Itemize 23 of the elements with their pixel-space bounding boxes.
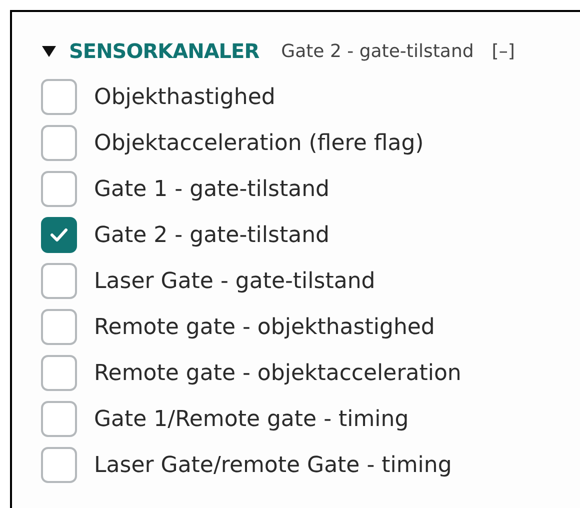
checkbox[interactable]: [41, 263, 77, 299]
expanded-triangle-icon[interactable]: [41, 44, 57, 58]
checkbox[interactable]: [41, 217, 77, 253]
checkbox-label: Objektacceleration (flere flag): [94, 130, 424, 158]
section-summary: Gate 2 - gate-tilstand: [281, 40, 474, 64]
collapse-button[interactable]: [–]: [492, 38, 515, 64]
checkbox[interactable]: [41, 125, 77, 161]
checkbox[interactable]: [41, 447, 77, 483]
checkbox-label: Objekthastighed: [94, 84, 276, 112]
checkbox-label: Remote gate - objekthastighed: [94, 314, 435, 342]
checkbox[interactable]: [41, 309, 77, 345]
checkbox[interactable]: [41, 401, 77, 437]
checkbox-label: Laser Gate - gate-tilstand: [94, 268, 376, 296]
checkmark-icon: [50, 228, 68, 242]
section-title: SENSORKANALER: [69, 38, 260, 65]
checkbox[interactable]: [41, 79, 77, 115]
checkbox-label: Laser Gate/remote Gate - timing: [94, 452, 452, 480]
checkbox[interactable]: [41, 171, 77, 207]
checkbox-label: Gate 1/Remote gate - timing: [94, 406, 409, 434]
checkbox-label: Gate 1 - gate-tilstand: [94, 176, 330, 204]
checkbox-label: Remote gate - objektacceleration: [94, 360, 462, 388]
checkbox-label: Gate 2 - gate-tilstand: [94, 222, 330, 250]
checkbox[interactable]: [41, 355, 77, 391]
